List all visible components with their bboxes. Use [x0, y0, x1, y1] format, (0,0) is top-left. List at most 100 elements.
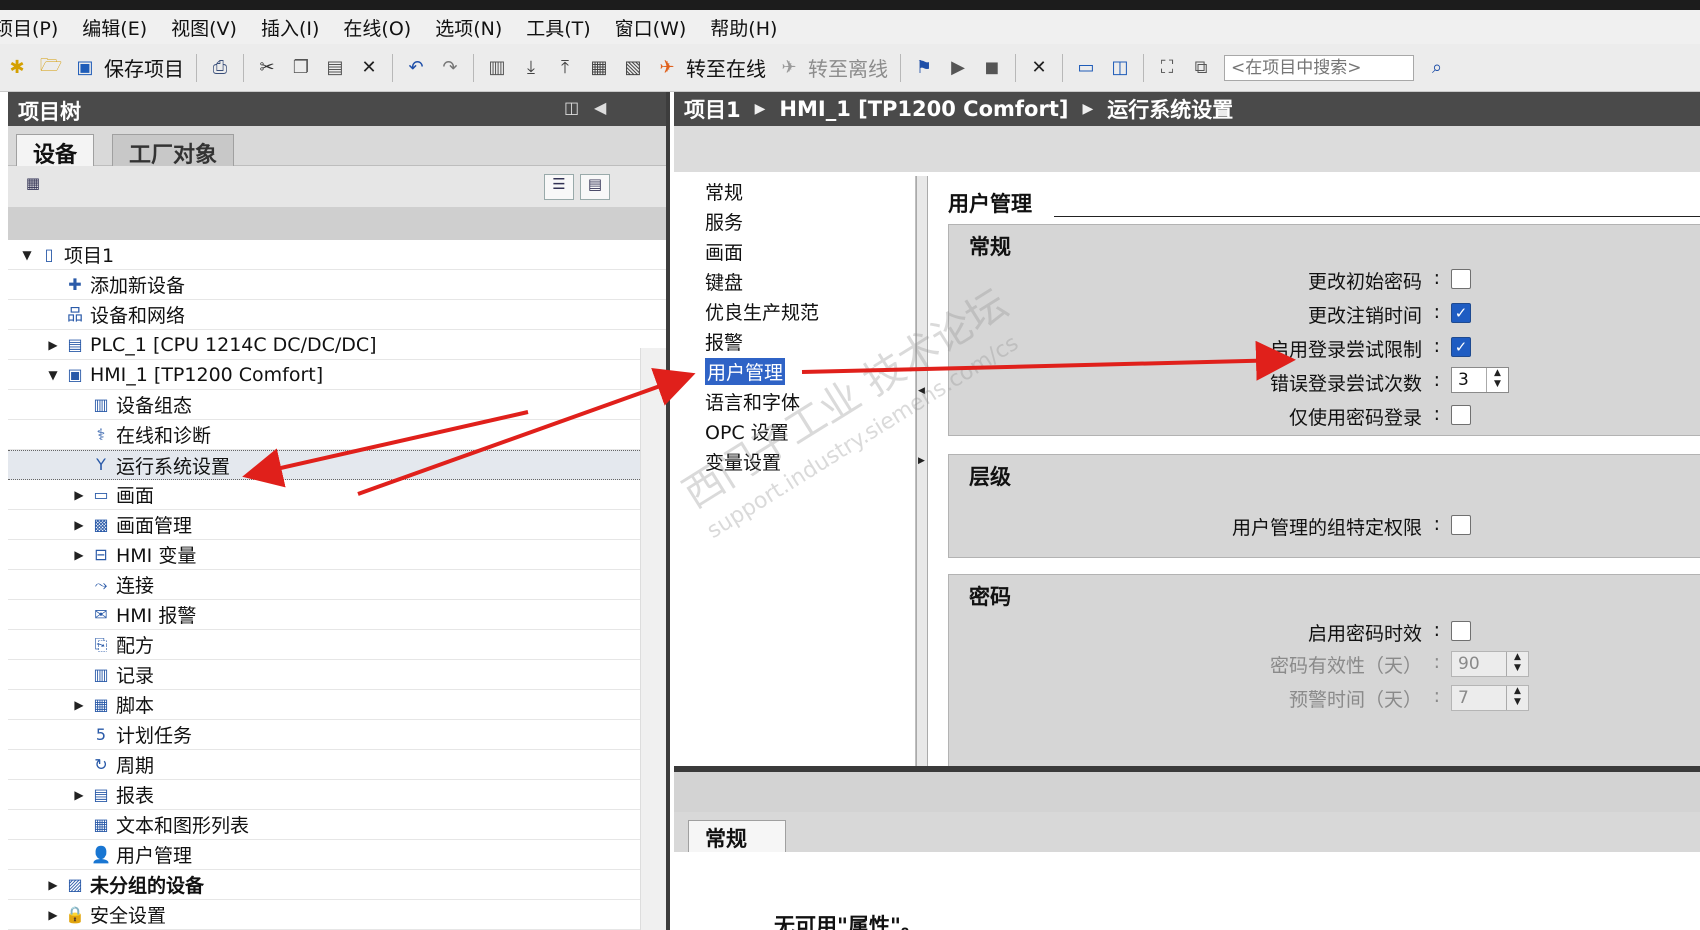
warning-time-stepper[interactable]: 7 ▲ ▼ [1451, 685, 1529, 711]
start-simulation-icon[interactable]: ▦ [586, 55, 612, 81]
menu-tools[interactable]: 工具(T) [526, 14, 590, 41]
nav-item[interactable]: 画面 [680, 236, 915, 266]
stepper-arrows-icon[interactable]: ▲ ▼ [1486, 368, 1508, 392]
stepper-arrows-icon[interactable]: ▲ ▼ [1506, 686, 1528, 710]
nav-item[interactable]: 常规 [680, 176, 915, 206]
menu-edit[interactable]: 编辑(E) [82, 14, 147, 41]
tree-item[interactable]: ↻ 周期 [8, 750, 666, 780]
collapsed-arrow-icon[interactable]: ▶ [72, 788, 86, 802]
change-initial-password-checkbox[interactable] [1451, 269, 1471, 289]
save-project-button[interactable]: 保存项目 [104, 53, 184, 82]
warning-time-value[interactable]: 7 [1458, 688, 1469, 708]
tree-item[interactable]: ▦ 文本和图形列表 [8, 810, 666, 840]
split-horizontal-icon[interactable]: ▭ [1073, 55, 1099, 81]
undo-icon[interactable]: ↶ [403, 55, 429, 81]
tab-general[interactable]: 常规 [688, 820, 786, 853]
tree-item[interactable]: 品设备和网络 [8, 300, 666, 330]
password-aging-checkbox[interactable] [1451, 621, 1471, 641]
project-tree-scrollbar[interactable] [640, 348, 666, 930]
tab-plant-objects[interactable]: 工厂对象 [112, 134, 235, 168]
nav-item[interactable]: 优良生产规范 [680, 296, 915, 326]
tree-item[interactable]: ▶ ▤ 报表 [8, 780, 666, 810]
tree-item[interactable]: ▶ 🔒 安全设置 [8, 900, 666, 930]
group-specific-rights-checkbox[interactable] [1451, 515, 1471, 535]
breadcrumb-device[interactable]: HMI_1 [TP1200 Comfort] [779, 97, 1068, 121]
paste-icon[interactable]: ▤ [322, 55, 348, 81]
failed-login-attempts-stepper[interactable]: 3 ▲ ▼ [1451, 367, 1509, 393]
nav-item[interactable]: 服务 [680, 206, 915, 236]
tree-item[interactable]: ▶ ▤ PLC_1 [CPU 1214C DC/DC/DC] [8, 330, 666, 360]
cross-reference-icon[interactable]: ✕ [1026, 55, 1052, 81]
download-icon[interactable]: ⤓ [518, 55, 544, 81]
menu-view[interactable]: 视图(V) [171, 14, 237, 41]
new-project-icon[interactable]: ✱ [4, 55, 30, 81]
expanded-arrow-icon[interactable]: ▼ [20, 248, 34, 262]
tree-item[interactable]: ▥ 记录 [8, 660, 666, 690]
cut-icon[interactable]: ✂ [254, 55, 280, 81]
nav-item[interactable]: 报警 [680, 326, 915, 356]
open-project-icon[interactable]: 🗁 [38, 55, 64, 81]
maximize-icon[interactable]: ⛶ [1154, 55, 1180, 81]
search-icon[interactable]: ⌕ [1424, 55, 1450, 81]
redo-icon[interactable]: ↷ [437, 55, 463, 81]
login-attempt-limit-checkbox[interactable]: ✓ [1451, 337, 1471, 357]
tree-item[interactable]: 5 计划任务 [8, 720, 666, 750]
tree-item[interactable]: ▶ ▦ 脚本 [8, 690, 666, 720]
start-cpu-icon[interactable]: ▶ [945, 55, 971, 81]
split-vertical-icon[interactable]: ◫ [1107, 55, 1133, 81]
delete-icon[interactable]: ✕ [356, 55, 382, 81]
nav-item[interactable]: 变量设置 [680, 446, 915, 476]
tree-item[interactable]: ▶ ▭ 画面 [8, 480, 666, 510]
compile-icon[interactable]: ▥ [484, 55, 510, 81]
go-online-button[interactable]: 转至在线 [686, 53, 766, 82]
tree-table-icon[interactable]: ▤ [580, 174, 610, 200]
collapsed-arrow-icon[interactable]: ▶ [72, 548, 86, 562]
breadcrumb-project[interactable]: 项目1 [684, 94, 741, 124]
menu-online[interactable]: 在线(O) [343, 14, 411, 41]
go-offline-button[interactable]: 转至离线 [808, 53, 888, 82]
print-icon[interactable]: ⎙ [207, 55, 233, 81]
expanded-arrow-icon[interactable]: ▼ [46, 368, 60, 382]
tree-item[interactable]: ✉ HMI 报警 [8, 600, 666, 630]
collapsed-arrow-icon[interactable]: ▶ [72, 698, 86, 712]
tree-item[interactable]: ✚ 添加新设备 [8, 270, 666, 300]
tree-item[interactable]: ▼ ▣ HMI_1 [TP1200 Comfort] [8, 360, 666, 390]
accessible-devices-icon[interactable]: ⚑ [911, 55, 937, 81]
password-validity-stepper[interactable]: 90 ▲ ▼ [1451, 651, 1529, 677]
tree-item[interactable]: ▥ 设备组态 [8, 390, 666, 420]
tree-item[interactable]: ▼ ▯ 项目1 [8, 240, 666, 270]
go-offline-icon[interactable]: ✈ [776, 55, 802, 81]
menu-insert[interactable]: 插入(I) [261, 14, 319, 41]
tree-item[interactable]: ▶ ⊟ HMI 变量 [8, 540, 666, 570]
tree-item[interactable]: ▶ ▩ 画面管理 [8, 510, 666, 540]
collapsed-arrow-icon[interactable]: ▶ [72, 488, 86, 502]
password-validity-value[interactable]: 90 [1458, 654, 1480, 674]
failed-login-attempts-value[interactable]: 3 [1458, 370, 1469, 390]
stepper-arrows-icon[interactable]: ▲ ▼ [1506, 652, 1528, 676]
stop-cpu-icon[interactable]: ◼ [979, 55, 1005, 81]
collapse-panel-icon[interactable]: ◀ [594, 98, 606, 117]
project-search-input[interactable] [1224, 54, 1414, 81]
splitter-right-icon[interactable]: ▶ [918, 456, 925, 466]
tree-item[interactable]: Y 运行系统设置 [8, 450, 666, 480]
go-online-icon[interactable]: ✈ [654, 55, 680, 81]
tree-item[interactable]: ⤳ 连接 [8, 570, 666, 600]
menu-window[interactable]: 窗口(W) [615, 14, 687, 41]
nav-item[interactable]: 语言和字体 [680, 386, 915, 416]
tab-devices[interactable]: 设备 [16, 134, 95, 168]
menu-options[interactable]: 选项(N) [435, 14, 502, 41]
upload-icon[interactable]: ⤒ [552, 55, 578, 81]
menu-help[interactable]: 帮助(H) [710, 14, 777, 41]
collapsed-arrow-icon[interactable]: ▶ [46, 338, 60, 352]
change-logoff-time-checkbox[interactable]: ✓ [1451, 303, 1471, 323]
nav-item[interactable]: OPC 设置 [680, 416, 915, 446]
collapsed-arrow-icon[interactable]: ▶ [72, 518, 86, 532]
nav-item[interactable]: 键盘 [680, 266, 915, 296]
splitter-left-icon[interactable]: ◀ [918, 386, 925, 396]
tree-item[interactable]: ▶ ▨ 未分组的设备 [8, 870, 666, 900]
pin-icon[interactable]: ◫ [564, 98, 579, 117]
restore-icon[interactable]: ⧉ [1188, 55, 1214, 81]
save-icon[interactable]: ▣ [72, 55, 98, 81]
collapsed-arrow-icon[interactable]: ▶ [46, 878, 60, 892]
nav-splitter[interactable]: ◀ ▶ [916, 176, 928, 766]
